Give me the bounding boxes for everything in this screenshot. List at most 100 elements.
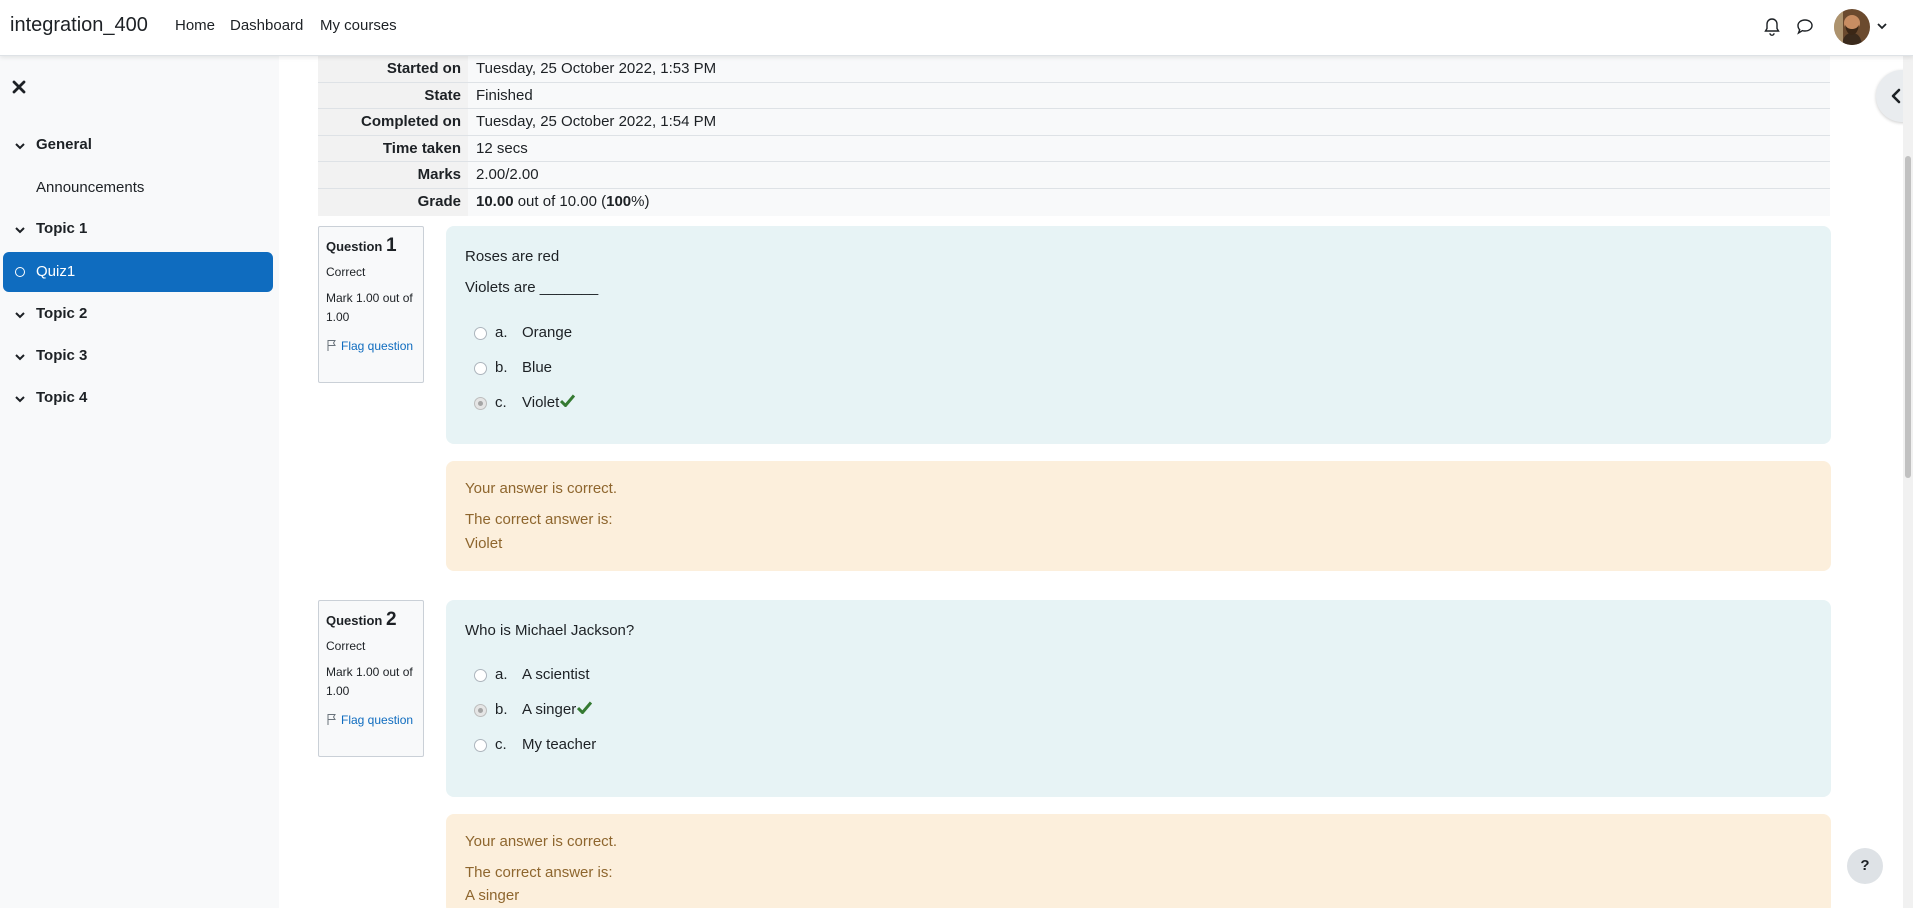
- grade-value: 10.00 out of 10.00 (100%): [468, 188, 1830, 216]
- answer-radio[interactable]: [474, 669, 487, 682]
- question-info: Question 2 Correct Mark 1.00 out of 1.00…: [318, 600, 424, 757]
- section-topic-1[interactable]: Topic 1: [36, 220, 87, 237]
- answer-letter: b.: [495, 701, 508, 718]
- answer-text: Blue: [522, 359, 553, 376]
- chevron-left-icon: [1891, 88, 1901, 104]
- question-state: Correct: [326, 639, 366, 653]
- nav-my-courses[interactable]: My courses: [320, 17, 397, 34]
- chevron-down-icon[interactable]: [1876, 20, 1888, 32]
- help-button[interactable]: ?: [1847, 848, 1883, 884]
- question-grade: Mark 1.00 out of 1.00: [326, 665, 413, 698]
- summary-value: 12 secs: [468, 135, 1830, 162]
- scrollbar-thumb[interactable]: [1905, 156, 1911, 478]
- answer-radio[interactable]: [474, 362, 487, 375]
- question-formulation: Roses are red Violets are _______ a. Ora…: [446, 226, 1831, 444]
- answer-letter: b.: [495, 359, 508, 376]
- close-drawer-icon[interactable]: [10, 78, 28, 96]
- course-index-drawer: General Announcements Topic 1 Quiz1 Topi…: [0, 56, 279, 908]
- chevron-down-icon[interactable]: [14, 393, 26, 405]
- item-quiz1[interactable]: Quiz1: [3, 252, 273, 292]
- chevron-down-icon[interactable]: [14, 351, 26, 363]
- grade-end: %): [631, 192, 650, 210]
- answer-option[interactable]: a. A scientist: [465, 666, 765, 686]
- question-text: Who is Michael Jackson?: [465, 622, 635, 639]
- summary-value: Tuesday, 25 October 2022, 1:54 PM: [468, 109, 1830, 135]
- question-outcome: Your answer is correct. The correct answ…: [446, 461, 1831, 571]
- answer-option[interactable]: c. My teacher: [465, 736, 765, 756]
- summary-key: Completed on: [318, 109, 468, 135]
- question-state: Correct: [326, 265, 366, 279]
- correct-answer-value: Violet: [465, 535, 503, 552]
- nav-dashboard[interactable]: Dashboard: [230, 17, 303, 34]
- answer-radio[interactable]: [474, 739, 487, 752]
- question-number: Question 1: [326, 235, 397, 256]
- question-text: Violets are _______: [465, 279, 599, 296]
- answer-text-wrap: A singer: [522, 701, 593, 718]
- section-topic-2[interactable]: Topic 2: [36, 305, 87, 322]
- chat-icon[interactable]: [1794, 16, 1816, 38]
- answer-letter: a.: [495, 666, 508, 683]
- correct-check-icon: [577, 701, 593, 714]
- answer-option[interactable]: a. Orange: [465, 324, 765, 344]
- bell-icon[interactable]: [1761, 16, 1783, 38]
- answer-letter: c.: [495, 394, 507, 411]
- answer-text: Violet: [522, 394, 560, 411]
- main-content: Started on Tuesday, 25 October 2022, 1:5…: [279, 56, 1913, 908]
- section-topic-4[interactable]: Topic 4: [36, 389, 87, 406]
- question-formulation: Who is Michael Jackson? a. A scientist b…: [446, 600, 1831, 797]
- answer-option[interactable]: c. Violet: [465, 394, 765, 414]
- answer-text-wrap: Violet: [522, 394, 576, 411]
- answer-radio[interactable]: [474, 327, 487, 340]
- feedback-text: Your answer is correct.: [465, 480, 618, 497]
- summary-row: State Finished: [318, 82, 1830, 110]
- question-text: Roses are red: [465, 248, 560, 265]
- summary-key: Grade: [318, 188, 468, 216]
- activity-status-icon: [15, 267, 25, 277]
- flag-question-link[interactable]: Flag question: [326, 711, 416, 730]
- correct-answer-value: A singer: [465, 887, 520, 904]
- summary-row: Marks 2.00/2.00: [318, 162, 1830, 189]
- summary-key: State: [318, 82, 468, 109]
- summary-value: Finished: [468, 82, 1830, 109]
- correct-answer-label: The correct answer is:: [465, 864, 613, 881]
- flag-icon: [327, 340, 336, 351]
- answer-option[interactable]: b. A singer: [465, 701, 765, 721]
- answer-text: A singer: [522, 701, 577, 718]
- user-avatar[interactable]: [1834, 9, 1870, 45]
- grade-percent: 100: [606, 192, 632, 210]
- answer-option[interactable]: b. Blue: [465, 359, 765, 379]
- answer-text: A scientist: [522, 666, 590, 683]
- answer-letter: c.: [495, 736, 507, 753]
- item-announcements[interactable]: Announcements: [36, 179, 144, 196]
- answer-letter: a.: [495, 324, 508, 341]
- summary-row: Time taken 12 secs: [318, 135, 1830, 163]
- section-topic-3[interactable]: Topic 3: [36, 347, 87, 364]
- summary-row: Started on Tuesday, 25 October 2022, 1:5…: [318, 56, 1830, 83]
- section-general[interactable]: General: [36, 136, 92, 153]
- feedback-text: Your answer is correct.: [465, 833, 618, 850]
- summary-key: Started on: [318, 56, 468, 82]
- answer-radio-selected[interactable]: [474, 704, 487, 717]
- flag-question-link[interactable]: Flag question: [326, 337, 416, 356]
- summary-row: Grade 10.00 out of 10.00 (100%): [318, 188, 1830, 216]
- item-quiz1-label: Quiz1: [36, 263, 76, 280]
- attempt-summary-table: Started on Tuesday, 25 October 2022, 1:5…: [318, 56, 1830, 216]
- summary-row: Completed on Tuesday, 25 October 2022, 1…: [318, 109, 1830, 136]
- answer-text: Orange: [522, 324, 573, 341]
- nav-home[interactable]: Home: [175, 17, 215, 34]
- question-grade: Mark 1.00 out of 1.00: [326, 291, 413, 324]
- page-scrollbar[interactable]: [1903, 56, 1913, 908]
- question-info: Question 1 Correct Mark 1.00 out of 1.00…: [318, 226, 424, 383]
- summary-value: Tuesday, 25 October 2022, 1:53 PM: [468, 56, 1830, 82]
- chevron-down-icon[interactable]: [14, 140, 26, 152]
- answer-radio-selected[interactable]: [474, 397, 487, 410]
- summary-value: 2.00/2.00: [468, 162, 1830, 188]
- correct-check-icon: [560, 394, 576, 407]
- site-name[interactable]: integration_400: [10, 14, 148, 37]
- question-outcome: Your answer is correct. The correct answ…: [446, 814, 1831, 908]
- chevron-down-icon[interactable]: [14, 224, 26, 236]
- summary-key: Marks: [318, 162, 468, 188]
- grade-out-of: out of 10.00 (: [513, 192, 607, 210]
- answer-text: My teacher: [522, 736, 597, 753]
- chevron-down-icon[interactable]: [14, 309, 26, 321]
